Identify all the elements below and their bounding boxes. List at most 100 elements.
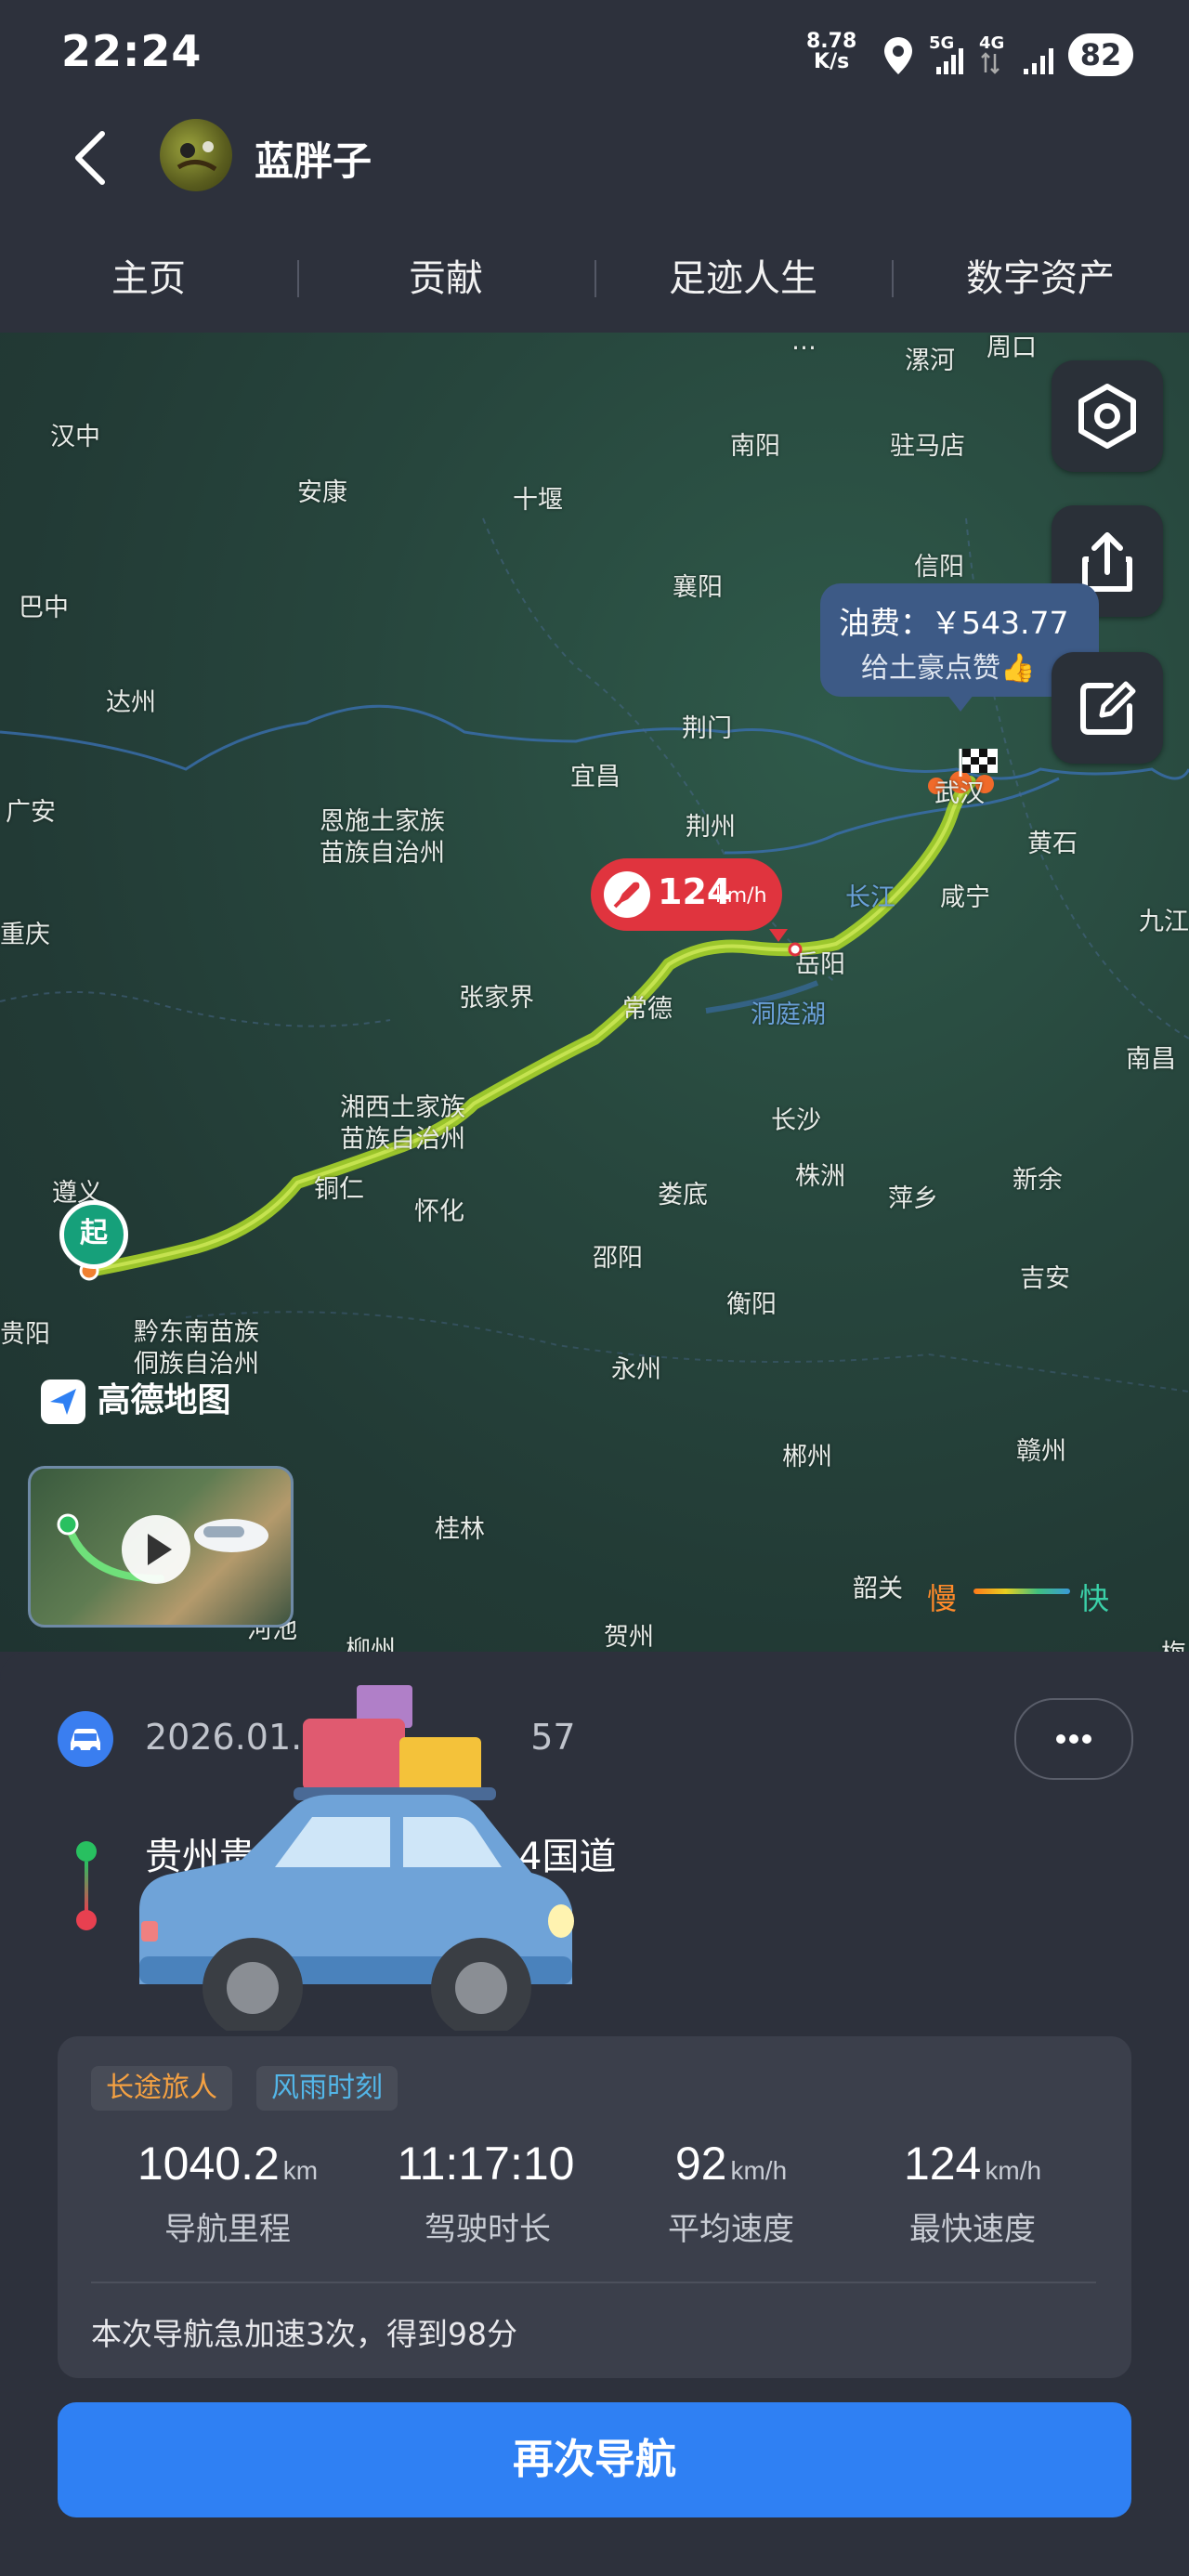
network-speed: 8.78 K/s	[806, 32, 856, 72]
amap-logo-icon	[41, 1380, 85, 1424]
network-speed-value: 8.78	[806, 30, 857, 53]
city-label: 贺州	[604, 1623, 654, 1652]
tab-home[interactable]: 主页	[0, 232, 297, 325]
city-label: 梅	[1161, 1633, 1186, 1652]
back-arrow-icon[interactable]	[65, 121, 121, 195]
amap-logo: 高德地图	[41, 1373, 231, 1424]
more-options-button[interactable]	[1014, 1698, 1133, 1780]
speed-badge-tail	[769, 929, 788, 942]
city-label: 新余	[1013, 1166, 1063, 1195]
city-label: 安康	[297, 478, 347, 507]
city-label: 娄底	[658, 1181, 708, 1210]
city-label: 广安	[6, 798, 56, 827]
legend-slow: 慢	[927, 1581, 958, 1616]
amap-logo-text: 高德地图	[97, 1381, 231, 1419]
fuel-bubble-tail	[947, 695, 973, 712]
route-map[interactable]: … 漯河 周口 汉中 南阳 驻马店 安康 十堰 巴中 襄阳 信阳 达州 荆门 广…	[0, 333, 1189, 1652]
city-label: 韶关	[853, 1575, 903, 1603]
fuel-like-text: 给土豪点赞👍	[861, 652, 1036, 685]
destination-dot	[76, 1910, 97, 1930]
city-label: 驻马店	[890, 432, 965, 461]
city-label: 九江	[1139, 908, 1189, 936]
speed-legend-bar	[973, 1589, 1070, 1594]
max-speed-badge: 124 km/h	[591, 858, 782, 931]
city-label: 信阳	[914, 553, 964, 582]
city-label: 咸宁	[940, 883, 990, 912]
network-speed-unit: K/s	[814, 50, 850, 73]
signal-icon-2	[1024, 48, 1053, 74]
data-arrows-icon	[981, 52, 1000, 74]
city-label: 南昌	[1126, 1045, 1176, 1074]
max-speed-unit: km/h	[715, 884, 767, 908]
city-label: 苗族自治州	[320, 839, 445, 868]
city-label: 桂林	[435, 1515, 485, 1544]
city-label: 株洲	[795, 1162, 845, 1191]
battery-indicator: 82	[1068, 33, 1133, 76]
stats-divider	[91, 2282, 1096, 2283]
edit-icon	[1080, 681, 1136, 735]
city-label: 贵阳	[0, 1320, 50, 1349]
stat-avg-speed: 92 km/h 平均速度	[606, 2137, 856, 2249]
city-label: 苗族自治州	[340, 1125, 465, 1154]
city-label: 柳州	[346, 1636, 396, 1652]
origin-dot	[76, 1841, 97, 1862]
legend-fast: 快	[1079, 1581, 1110, 1616]
map-terrain	[0, 517, 1189, 1393]
location-icon	[884, 37, 912, 74]
sim2-label: 4G	[979, 33, 1005, 53]
city-label: 黄石	[1027, 830, 1078, 858]
hexagon-settings-icon	[1078, 384, 1136, 449]
city-label: 吉安	[1020, 1264, 1070, 1293]
city-label: 周口	[986, 333, 1037, 362]
city-label: 怀化	[414, 1197, 464, 1226]
trip-summary: 本次导航急加速3次，得到98分	[91, 2316, 517, 2352]
stat-label: 平均速度	[668, 2211, 794, 2248]
stat-value: 92	[674, 2138, 727, 2190]
city-label: 汉中	[50, 423, 100, 451]
map-settings-button[interactable]	[1052, 360, 1163, 472]
navigate-again-button[interactable]: 再次导航	[58, 2402, 1131, 2517]
route-connector	[85, 1862, 88, 1912]
city-label: 巴中	[19, 594, 69, 622]
city-label: 铜仁	[314, 1175, 364, 1204]
stat-unit: km	[282, 2156, 319, 2185]
city-label: 达州	[106, 688, 156, 717]
edit-button[interactable]	[1052, 652, 1163, 764]
city-label: 萍乡	[888, 1184, 938, 1213]
status-time: 22:24	[61, 26, 203, 76]
city-label: 长沙	[771, 1106, 821, 1135]
fuel-cost: 油费：￥543.77	[839, 605, 1069, 641]
stat-max-speed: 124 km/h 最快速度	[847, 2137, 1098, 2249]
tab-contribution[interactable]: 贡献	[297, 232, 594, 325]
more-dots-icon	[1056, 1734, 1091, 1744]
city-label: 十堰	[513, 486, 563, 515]
stat-unit: km/h	[730, 2156, 788, 2185]
trip-tag: 风雨时刻	[256, 2066, 398, 2111]
play-icon[interactable]	[120, 1513, 192, 1586]
signal-icon	[936, 48, 963, 74]
city-label: 襄阳	[673, 573, 723, 602]
city-label: 衡阳	[726, 1290, 777, 1319]
tab-footprint[interactable]: 足迹人生	[594, 232, 892, 325]
username: 蓝胖子	[255, 138, 372, 184]
cartoon-car-sticker	[139, 1685, 574, 2031]
city-label: 漯河	[905, 347, 955, 375]
start-marker: 起	[59, 1200, 128, 1269]
city-label: 郴州	[782, 1443, 832, 1471]
car-icon	[58, 1711, 113, 1767]
route-replay-thumbnail[interactable]	[28, 1466, 294, 1628]
stat-value: 11:17:10	[397, 2138, 575, 2190]
city-label: 常德	[622, 995, 673, 1024]
city-label: 宜昌	[570, 763, 621, 791]
tab-digital-assets[interactable]: 数字资产	[892, 232, 1189, 325]
city-label: 岳阳	[795, 950, 845, 979]
city-label: 长江	[845, 883, 895, 912]
stat-value: 1040.2	[137, 2138, 280, 2190]
stat-label: 最快速度	[909, 2211, 1036, 2248]
city-label: 荆门	[682, 714, 732, 743]
stat-label: 驾驶时长	[425, 2211, 551, 2248]
trip-tag: 长途旅人	[91, 2066, 232, 2111]
rocket-icon	[604, 871, 650, 918]
city-label: 邵阳	[593, 1244, 643, 1273]
avatar[interactable]	[160, 119, 232, 191]
